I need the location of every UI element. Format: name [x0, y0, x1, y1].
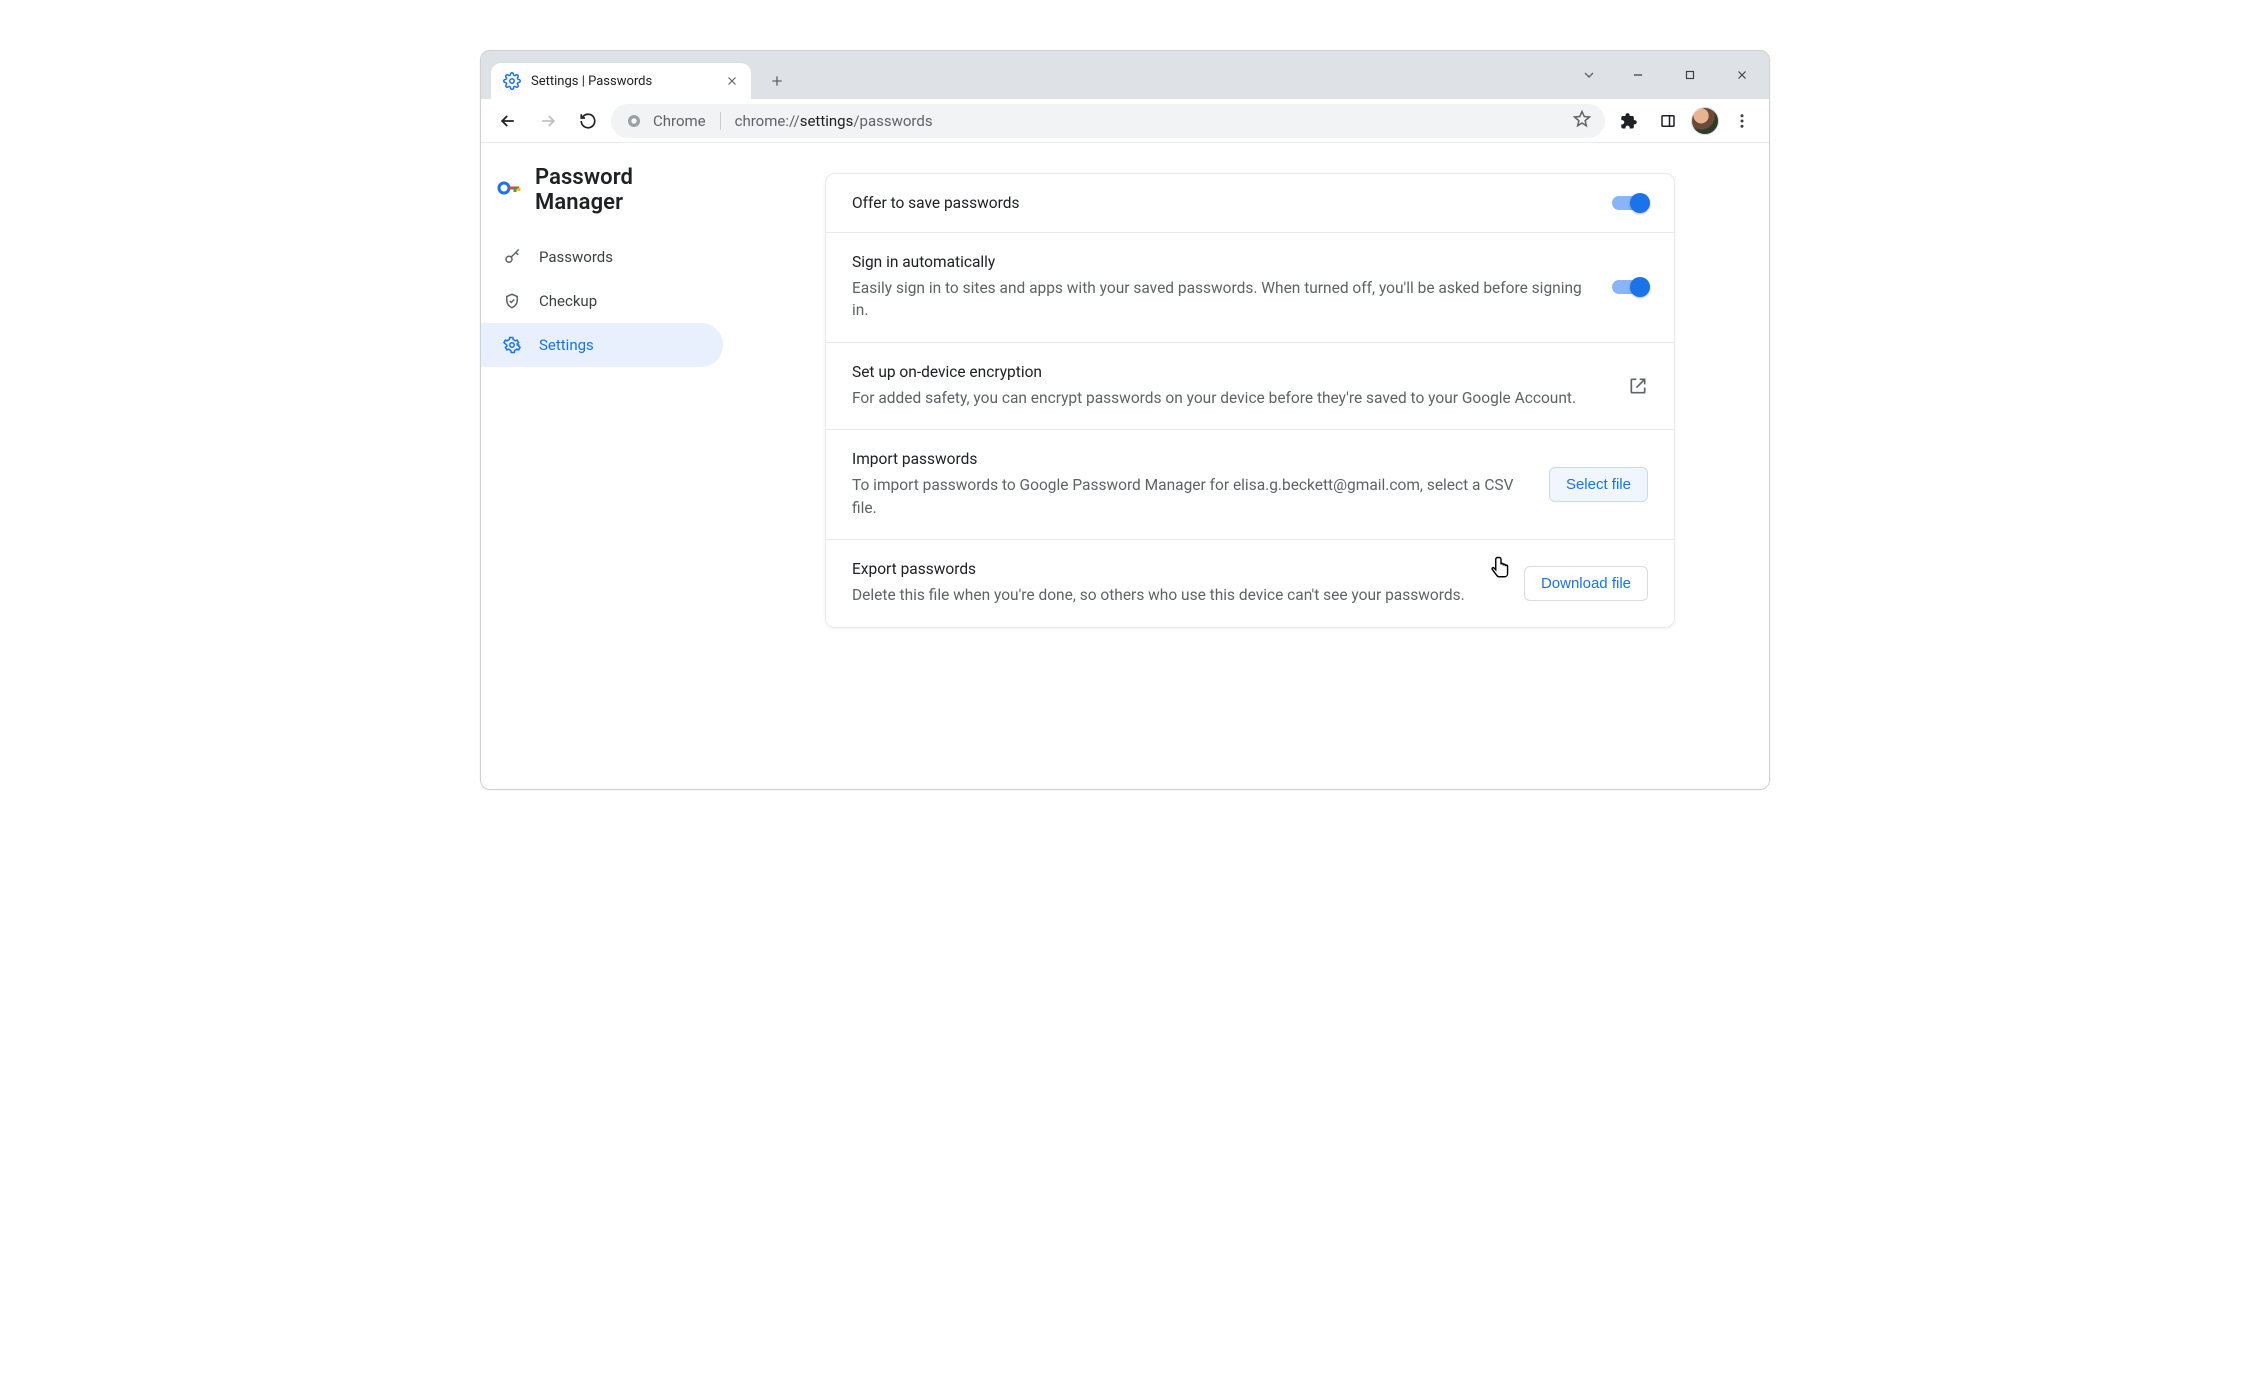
row-on-device-encryption[interactable]: Set up on-device encryption For added sa… — [826, 343, 1674, 430]
address-bar[interactable]: Chrome chrome://settings/passwords — [611, 104, 1605, 138]
row-title: Export passwords — [852, 560, 1504, 578]
new-tab-button[interactable] — [761, 65, 793, 97]
bookmark-star-icon[interactable] — [1573, 110, 1591, 132]
sidebar-item-passwords[interactable]: Passwords — [481, 235, 723, 279]
row-title: Offer to save passwords — [852, 194, 1592, 212]
row-description: Easily sign in to sites and apps with yo… — [852, 277, 1592, 322]
tab-close-icon[interactable] — [725, 74, 739, 88]
toolbar: Chrome chrome://settings/passwords — [481, 99, 1769, 143]
row-description: For added safety, you can encrypt passwo… — [852, 387, 1608, 409]
omnibox-separator — [720, 112, 721, 130]
row-title: Sign in automatically — [852, 253, 1592, 271]
row-export-passwords: Export passwords Delete this file when y… — [826, 540, 1674, 626]
url-strong: settings — [800, 112, 854, 130]
toggle-offer-to-save[interactable] — [1612, 196, 1648, 210]
window-maximize-button[interactable] — [1667, 55, 1713, 95]
sidebar-item-checkup[interactable]: Checkup — [481, 279, 723, 323]
window-close-button[interactable] — [1719, 55, 1765, 95]
chrome-chip-icon — [625, 112, 643, 130]
open-in-new-icon — [1628, 376, 1648, 396]
profile-avatar[interactable] — [1691, 107, 1719, 135]
window-controls — [1569, 51, 1765, 99]
tab-search-chevron-icon[interactable] — [1569, 55, 1609, 95]
extensions-icon[interactable] — [1611, 104, 1645, 138]
row-title: Set up on-device encryption — [852, 363, 1608, 381]
gear-icon — [503, 336, 521, 354]
key-icon — [503, 248, 521, 266]
sidebar-item-settings[interactable]: Settings — [481, 323, 723, 367]
settings-gear-icon — [503, 72, 521, 90]
sidebar-item-label: Settings — [539, 336, 594, 354]
nav-forward-button[interactable] — [531, 104, 565, 138]
row-import-passwords: Import passwords To import passwords to … — [826, 430, 1674, 540]
tab-strip: Settings | Passwords — [481, 51, 1769, 99]
sidepanel-icon[interactable] — [1651, 104, 1685, 138]
download-file-button[interactable]: Download file — [1524, 566, 1648, 601]
nav-back-button[interactable] — [491, 104, 525, 138]
sidebar-item-label: Checkup — [539, 292, 597, 310]
settings-main: Offer to save passwords Sign in automati… — [731, 143, 1769, 789]
browser-window: Settings | Passwords — [480, 50, 1770, 790]
password-manager-key-icon — [497, 176, 521, 204]
kebab-menu-icon[interactable] — [1725, 104, 1759, 138]
chrome-chip-label: Chrome — [653, 112, 706, 130]
tab-title: Settings | Passwords — [531, 74, 715, 89]
sidebar: Password Manager Passwords Checkup Setti… — [481, 143, 731, 789]
row-offer-to-save: Offer to save passwords — [826, 174, 1674, 233]
row-sign-in-automatically: Sign in automatically Easily sign in to … — [826, 233, 1674, 343]
nav-reload-button[interactable] — [571, 104, 605, 138]
settings-card: Offer to save passwords Sign in automati… — [825, 173, 1675, 628]
url-prefix: chrome:// — [735, 112, 800, 130]
page-title: Password Manager — [535, 165, 719, 215]
window-minimize-button[interactable] — [1615, 55, 1661, 95]
shield-check-icon — [503, 292, 521, 310]
brand: Password Manager — [497, 161, 723, 235]
tab-settings-passwords[interactable]: Settings | Passwords — [491, 63, 751, 99]
row-title: Import passwords — [852, 450, 1529, 468]
sidebar-item-label: Passwords — [539, 248, 613, 266]
url-text: chrome://settings/passwords — [735, 112, 933, 130]
row-description: Delete this file when you're done, so ot… — [852, 584, 1504, 606]
toggle-sign-in-automatically[interactable] — [1612, 280, 1648, 294]
select-file-button[interactable]: Select file — [1549, 467, 1648, 502]
page-content: Password Manager Passwords Checkup Setti… — [481, 143, 1769, 789]
row-description: To import passwords to Google Password M… — [852, 474, 1529, 519]
url-suffix: /passwords — [853, 112, 932, 130]
